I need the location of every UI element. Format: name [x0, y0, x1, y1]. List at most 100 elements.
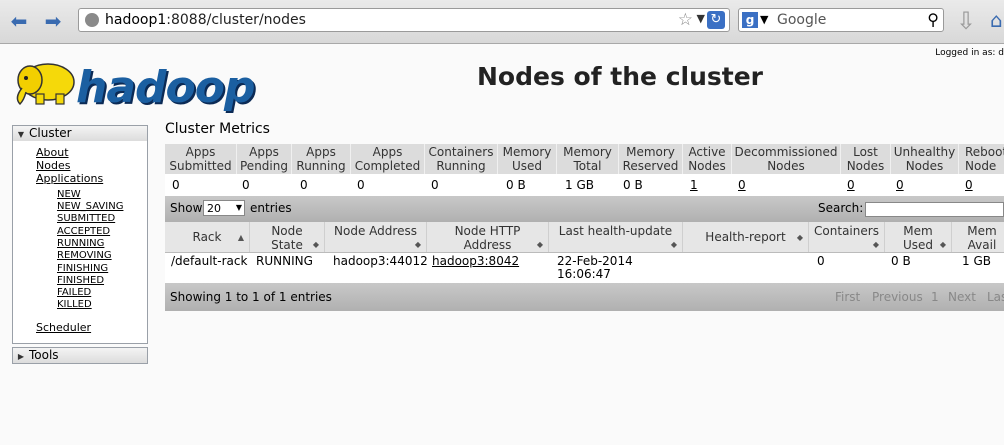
metric-containers-running: 0 — [431, 178, 439, 192]
sort-asc-icon: ▲ — [237, 233, 244, 242]
metric-header: Active Nodes — [683, 144, 732, 174]
column-header-health-report[interactable]: Health-report ◆ — [683, 222, 809, 252]
nodes-table-header: Rack ▲ Node State ◆ Node Address ◆ Node HTTP… — [165, 222, 1004, 253]
page-size-value: 20 — [207, 202, 221, 215]
back-arrow-icon[interactable]: ⬅ — [6, 9, 32, 33]
cluster-metrics-title: Cluster Metrics — [165, 121, 270, 137]
metric-header: Apps Running — [292, 144, 351, 174]
metric-active-nodes-link[interactable]: 1 — [690, 178, 698, 192]
hadoop-logo: hadoop — [12, 54, 255, 113]
sidebar-app-failed[interactable]: FAILED — [57, 287, 91, 298]
pager-page-1-button[interactable]: 1 — [931, 290, 939, 304]
table-row: /default-rack RUNNING hadoop3:44012 hado… — [165, 253, 1004, 283]
sort-both-icon: ◆ — [536, 240, 543, 249]
metric-header: Reboot Node — [965, 145, 1004, 173]
table-search-input[interactable] — [865, 202, 1004, 217]
search-engine-icon[interactable]: g — [742, 12, 758, 28]
sort-both-icon: ◆ — [939, 240, 946, 249]
column-header-node-state[interactable]: Node State ◆ — [250, 222, 325, 252]
sidebar-item-about[interactable]: About — [36, 146, 69, 159]
cell-node-address: hadoop3:44012 — [333, 254, 428, 268]
home-icon[interactable]: ⌂ — [990, 8, 1003, 32]
reload-icon[interactable]: ↻ — [707, 11, 725, 29]
bookmark-star-icon[interactable]: ☆ — [678, 10, 693, 30]
column-header-containers[interactable]: Containers ◆ — [809, 222, 885, 252]
sort-both-icon: ◆ — [414, 240, 421, 249]
sidebar-app-removing[interactable]: REMOVING — [57, 250, 112, 261]
sidebar-tools-header[interactable]: ▶ Tools — [12, 347, 148, 364]
show-label: Show — [170, 201, 203, 215]
column-header-node-http-address[interactable]: Node HTTP Address ◆ — [427, 222, 549, 252]
sidebar-item-applications[interactable]: Applications — [36, 172, 103, 185]
sidebar-app-finishing[interactable]: FINISHING — [57, 263, 108, 274]
metric-memory-reserved: 0 B — [623, 178, 643, 192]
url-bar[interactable]: hadoop1:8088/cluster/nodes ☆ ▼ ↻ — [78, 8, 730, 32]
sidebar-app-new[interactable]: NEW — [57, 189, 81, 200]
sidebar-app-finished[interactable]: FINISHED — [57, 275, 104, 286]
sort-both-icon: ◆ — [670, 240, 677, 249]
column-header-mem-used[interactable]: Mem Used ◆ — [885, 222, 952, 252]
collapse-triangle-icon: ▼ — [17, 130, 25, 139]
elephant-icon — [16, 63, 75, 106]
pager-first-button[interactable]: First — [835, 290, 860, 304]
cell-containers: 0 — [817, 254, 825, 268]
cell-rack: /default-rack — [171, 254, 248, 268]
metric-decommissioned-nodes-link[interactable]: 0 — [738, 178, 746, 192]
column-header-node-address[interactable]: Node Address ◆ — [325, 222, 427, 252]
metric-header: Lost Nodes — [841, 144, 891, 174]
metric-header: Decommissioned Nodes — [732, 144, 841, 174]
download-icon[interactable]: ⇩ — [956, 7, 976, 35]
pager-last-button[interactable]: Last — [987, 290, 1004, 304]
metric-memory-used: 0 B — [506, 178, 526, 192]
table-controls: Show 20 ▼ entries Search: — [165, 196, 1004, 222]
pager-previous-button[interactable]: Previous — [872, 290, 923, 304]
sidebar-app-new-saving[interactable]: NEW_SAVING — [57, 201, 123, 212]
cluster-metrics-values: 0 0 0 0 0 0 B 1 GB 0 B 1 0 0 0 0 — [165, 174, 1004, 197]
metric-memory-total: 1 GB — [565, 178, 594, 192]
metric-header: Memory Reserved — [619, 144, 683, 174]
sort-both-icon: ◆ — [312, 240, 319, 249]
sidebar-cluster-header[interactable]: ▼ Cluster — [12, 125, 148, 142]
metric-lost-nodes-link[interactable]: 0 — [847, 178, 855, 192]
page-title: Nodes of the cluster — [477, 62, 763, 91]
cell-last-update-time: 16:06:47 — [557, 267, 611, 281]
expand-triangle-icon: ▶ — [17, 352, 25, 361]
metric-apps-pending: 0 — [242, 178, 250, 192]
table-info-text: Showing 1 to 1 of 1 entries — [170, 290, 332, 304]
logo-text: hadoop — [76, 62, 255, 113]
metric-unhealthy-nodes-link[interactable]: 0 — [896, 178, 904, 192]
sidebar-cluster-label: Cluster — [29, 126, 72, 140]
metric-rebooted-nodes-link[interactable]: 0 — [965, 178, 973, 192]
sort-both-icon: ◆ — [872, 240, 879, 249]
browser-search-input[interactable]: Google — [777, 12, 826, 28]
column-header-rack[interactable]: Rack ▲ — [165, 222, 250, 252]
sidebar-item-scheduler[interactable]: Scheduler — [36, 321, 91, 334]
logged-in-text: Logged in as: d — [935, 48, 1004, 58]
forward-arrow-icon[interactable]: ➡ — [40, 9, 66, 33]
sidebar-app-accepted[interactable]: ACCEPTED — [57, 226, 110, 237]
search-label: Search: — [818, 201, 864, 215]
column-header-last-health-update[interactable]: Last health-update ◆ — [549, 222, 683, 252]
table-footer: Showing 1 to 1 of 1 entries First Previo… — [165, 283, 1004, 311]
browser-search-bar[interactable]: g ▼ Google ⚲ — [738, 8, 944, 32]
page-content: Logged in as: d hadoop Nodes of the clus… — [0, 44, 1004, 445]
select-arrow-icon: ▼ — [235, 203, 242, 212]
sidebar-app-running[interactable]: RUNNING — [57, 238, 104, 249]
page-size-select[interactable]: 20 ▼ — [203, 200, 245, 216]
sidebar-item-nodes[interactable]: Nodes — [36, 159, 70, 172]
metric-header: Apps Completed — [351, 144, 425, 174]
metric-header: Memory Used — [498, 144, 557, 174]
metric-header: Containers Running — [425, 144, 498, 174]
search-engine-dropdown-icon[interactable]: ▼ — [760, 13, 768, 26]
url-dropdown-icon[interactable]: ▼ — [697, 12, 705, 25]
binoculars-icon[interactable]: ⚲ — [927, 10, 939, 29]
pager-next-button[interactable]: Next — [948, 290, 976, 304]
metric-header: Memory Total — [557, 144, 619, 174]
cell-mem-avail: 1 GB — [962, 254, 991, 268]
metric-apps-running: 0 — [300, 178, 308, 192]
metric-header: Apps Pending — [237, 144, 292, 174]
column-header-mem-avail[interactable]: Mem Avail — [952, 222, 1004, 252]
sidebar-app-submitted[interactable]: SUBMITTED — [57, 213, 115, 224]
sidebar-app-killed[interactable]: KILLED — [57, 299, 92, 310]
cell-node-http-address-link[interactable]: hadoop3:8042 — [432, 255, 519, 268]
